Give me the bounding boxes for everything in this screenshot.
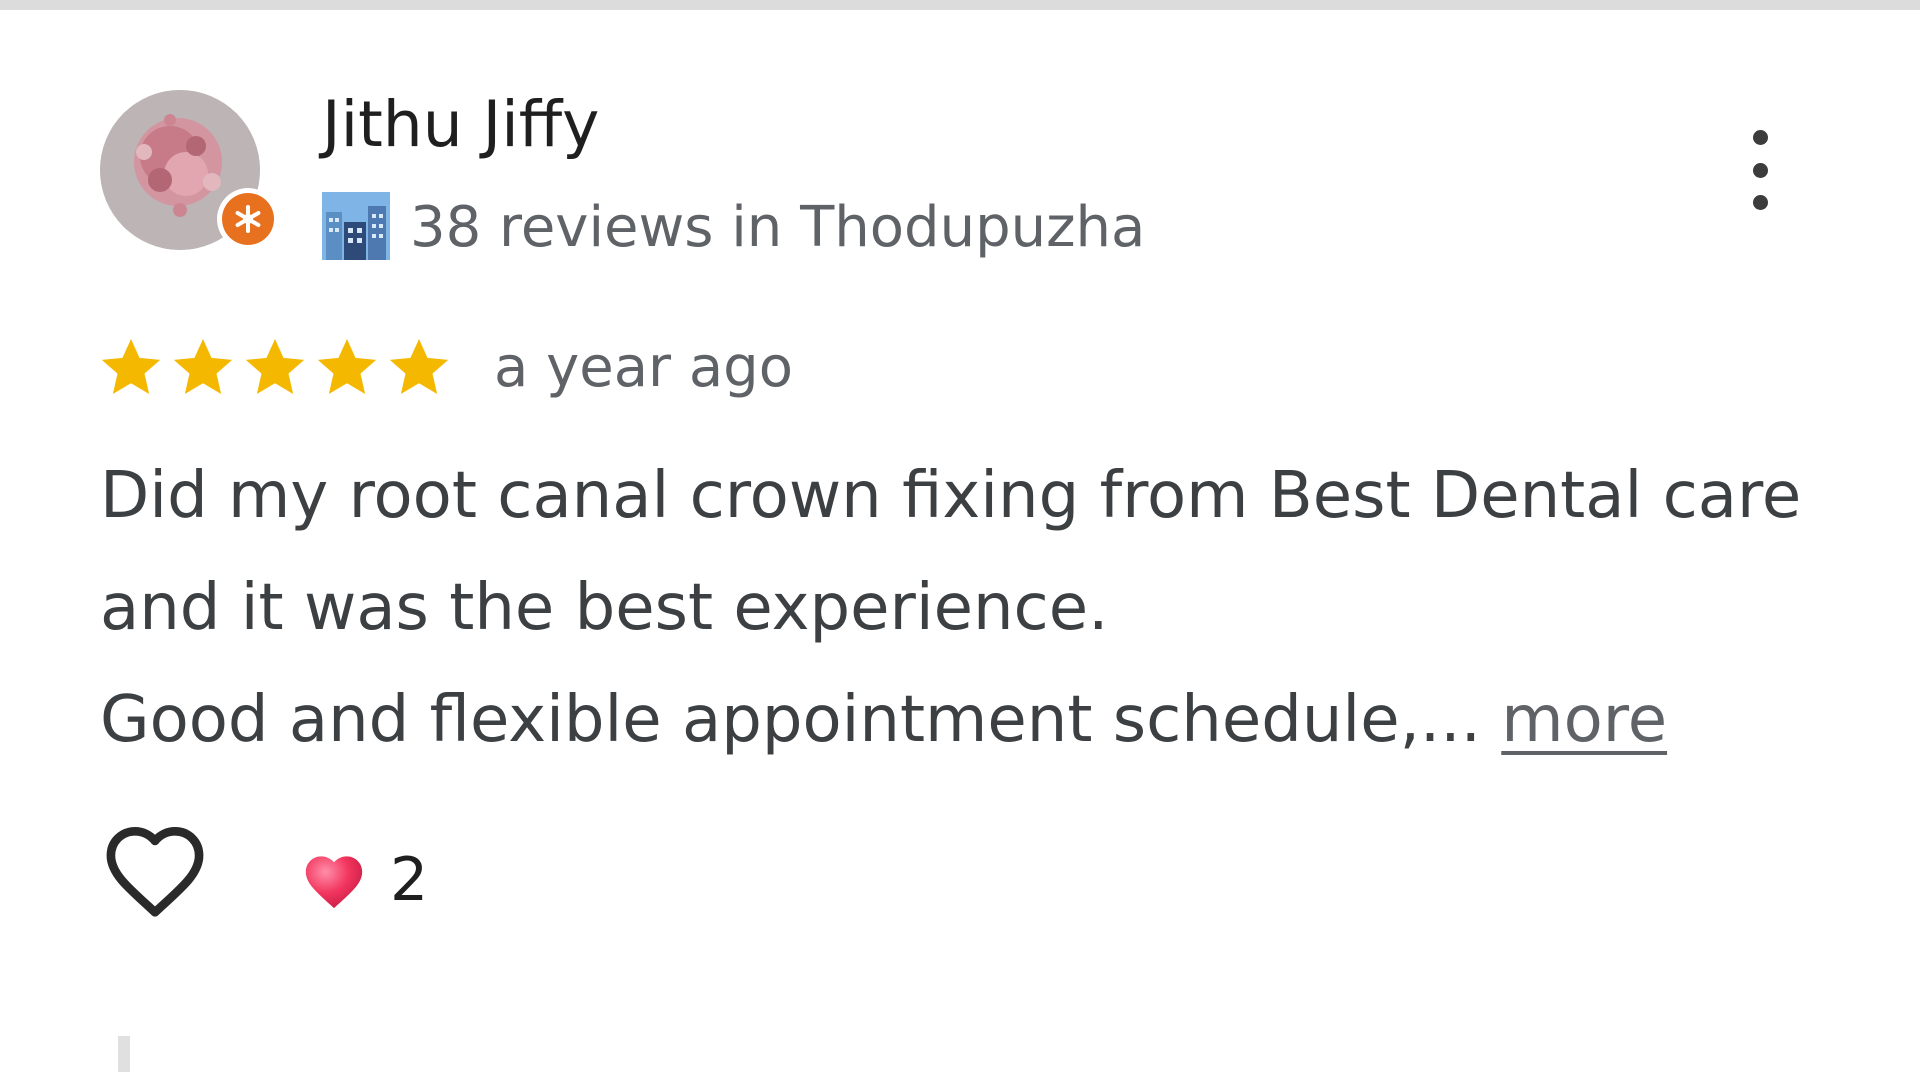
star-rating	[98, 334, 452, 400]
rating-row: a year ago	[98, 332, 793, 402]
top-divider	[0, 0, 1920, 10]
reviewer-avatar-group[interactable]	[100, 90, 290, 260]
reaction-count: 2	[390, 845, 429, 915]
star-icon	[173, 338, 233, 394]
review-text-line-last: Good and flexible appointment schedule,.…	[100, 664, 1820, 776]
scroll-handle	[118, 1036, 130, 1072]
star-icon	[245, 338, 305, 394]
reaction-summary[interactable]: 2	[300, 840, 428, 920]
reviewer-name[interactable]: Jithu Jiffy	[322, 88, 599, 161]
review-text-line: Did my root canal crown fixing from Best…	[100, 459, 1802, 533]
review-text-line: Good and flexible appointment schedule,.…	[100, 683, 1502, 757]
heart-outline-icon	[106, 827, 204, 917]
review-text: Did my root canal crown fixing from Best…	[100, 440, 1820, 776]
star-icon	[317, 338, 377, 394]
star-icon	[389, 338, 449, 394]
more-link[interactable]: more	[1501, 683, 1667, 757]
review-card: Jithu Jiffy 38 reviews in Thodupuzha a y…	[0, 0, 1920, 1072]
menu-dot	[1752, 162, 1768, 178]
heart-emoji-icon	[305, 856, 363, 909]
local-guide-badge-icon	[217, 188, 279, 250]
reviewer-review-count: 38 reviews in Thodupuzha	[410, 195, 1146, 260]
more-vert-icon[interactable]	[1740, 130, 1780, 210]
menu-dot	[1752, 130, 1768, 145]
city-icon	[322, 192, 390, 260]
menu-dot	[1752, 195, 1768, 210]
review-text-line: and it was the best experience.	[100, 571, 1109, 645]
review-time: a year ago	[494, 334, 793, 400]
like-button[interactable]	[100, 820, 220, 930]
star-icon	[101, 338, 161, 394]
